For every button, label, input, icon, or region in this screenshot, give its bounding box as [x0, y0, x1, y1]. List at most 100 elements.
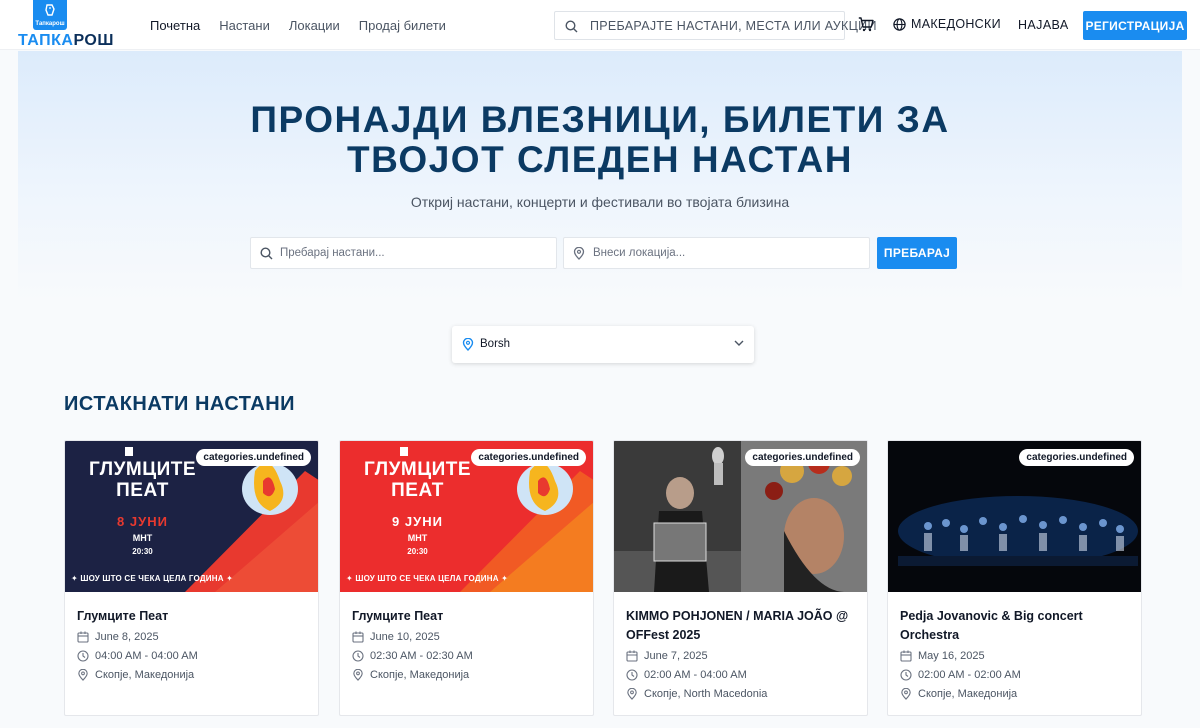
event-location: Скопје, Македонија — [77, 669, 194, 681]
map-pin-icon — [353, 669, 363, 681]
search-icon — [565, 20, 578, 33]
language-selector[interactable]: МАКЕДОНСКИ — [893, 17, 1001, 31]
event-title: Глумците Пеат — [352, 609, 444, 623]
search-button[interactable]: ПРЕБАРАЈ — [877, 237, 957, 269]
poster-time: 20:30 — [407, 547, 428, 556]
map-pin-icon — [627, 688, 637, 700]
nav-locations[interactable]: Локации — [289, 18, 340, 33]
chevron-down-icon — [734, 340, 744, 346]
event-location: Скопје, Македонија — [352, 669, 469, 681]
logo-hand-icon — [45, 4, 55, 16]
nav-sell-tickets[interactable]: Продај билети — [359, 18, 446, 33]
hero-title: ПРОНАЈДИ ВЛЕЗНИЦИ, БИЛЕТИ ЗА ТВОЈОТ СЛЕД… — [0, 100, 1200, 180]
event-time: 02:00 AM - 04:00 AM — [626, 669, 747, 681]
event-card[interactable]: categories.undefined Pedja Jovanovic & B… — [887, 440, 1142, 716]
poster-title-line2: ПЕАТ — [391, 480, 444, 501]
event-location-text: Скопје, North Macedonia — [644, 688, 768, 700]
poster-tagline: ✦ ШОУ ШТО СЕ ЧЕКА ЦЕЛА ГОДИНА ✦ — [346, 574, 509, 583]
clock-icon — [900, 669, 912, 681]
event-card[interactable]: categories.undefined KIMMO POHJONEN / MA… — [613, 440, 868, 716]
event-poster: ГЛУМЦИТЕ ПЕАТ 9 ЈУНИ МНТ 20:30 ✦ ШОУ ШТО … — [340, 441, 593, 592]
site-logo[interactable]: Тапкарош ТАПКАРОШ — [18, 0, 114, 50]
cart-icon[interactable] — [858, 17, 874, 32]
event-time: 02:30 AM - 02:30 AM — [352, 650, 473, 662]
poster-date: 9 ЈУНИ — [392, 514, 443, 529]
location-input[interactable]: Внеси локација... — [563, 237, 870, 269]
event-poster: ГЛУМЦИТЕ ПЕАТ 8 ЈУНИ МНТ 20:30 ✦ ШОУ ШТО … — [65, 441, 318, 592]
calendar-icon — [352, 631, 364, 643]
event-time: 04:00 AM - 04:00 AM — [77, 650, 198, 662]
clock-icon — [626, 669, 638, 681]
poster-title-line2: ПЕАТ — [116, 480, 169, 501]
location-placeholder: Внеси локација... — [593, 247, 686, 259]
event-date-text: June 8, 2025 — [95, 631, 159, 643]
logo-small-text: Тапкарош — [35, 21, 65, 27]
header-search-input[interactable]: ПРЕБАРАЈТЕ НАСТАНИ, МЕСТА ИЛИ АУКЦИИ — [554, 11, 876, 40]
logo-wordmark-part1: ТАПКА — [18, 32, 74, 49]
map-pin-icon — [901, 688, 911, 700]
map-pin-icon — [78, 669, 88, 681]
event-date: June 8, 2025 — [77, 631, 159, 643]
event-title: Pedja Jovanovic & Big concert Orchestra — [900, 609, 1083, 642]
poster-date: 8 ЈУНИ — [117, 514, 168, 529]
event-location: Скопје, North Macedonia — [626, 688, 767, 700]
globe-icon — [893, 17, 906, 31]
location-dropdown[interactable]: Borsh — [452, 326, 754, 363]
event-location-text: Скопје, Македонија — [918, 688, 1018, 700]
event-photo: categories.undefined — [614, 441, 867, 592]
event-date-text: June 7, 2025 — [644, 650, 708, 662]
poster-venue: МНТ — [407, 533, 428, 543]
event-title: Глумците Пеат — [77, 609, 169, 623]
calendar-icon — [77, 631, 89, 643]
event-date: June 10, 2025 — [352, 631, 440, 643]
nav-home[interactable]: Почетна — [150, 18, 200, 33]
event-search-placeholder: Пребарај настани... — [280, 247, 385, 259]
event-card[interactable]: ГЛУМЦИТЕ ПЕАТ 8 ЈУНИ МНТ 20:30 ✦ ШОУ ШТО … — [64, 440, 319, 716]
hero-title-line1: ПРОНАЈДИ ВЛЕЗНИЦИ, БИЛЕТИ ЗА — [250, 99, 950, 140]
event-date: May 16, 2025 — [900, 650, 985, 662]
calendar-icon — [900, 650, 912, 662]
logo-wordmark: ТАПКАРОШ — [18, 32, 114, 50]
login-link[interactable]: НАЈАВА — [1018, 18, 1069, 32]
event-time-text: 02:30 AM - 02:30 AM — [370, 650, 473, 662]
poster-time: 20:30 — [132, 547, 153, 556]
main-nav: Почетна Настани Локации Продај билети — [150, 18, 446, 33]
event-search-input[interactable]: Пребарај настани... — [250, 237, 557, 269]
map-pin-icon — [462, 338, 474, 351]
nav-events[interactable]: Настани — [219, 18, 270, 33]
event-time-text: 02:00 AM - 04:00 AM — [644, 669, 747, 681]
event-time: 02:00 AM - 02:00 AM — [900, 669, 1021, 681]
top-header: Тапкарош ТАПКАРОШ Почетна Настани Локаци… — [0, 0, 1200, 50]
register-button[interactable]: РЕГИСТРАЦИЈА — [1083, 11, 1187, 40]
logo-wordmark-part2: РОШ — [73, 32, 114, 49]
event-photo: categories.undefined — [888, 441, 1141, 592]
hero-subtitle: Откриј настани, концерти и фестивали во … — [410, 194, 790, 210]
calendar-icon — [626, 650, 638, 662]
header-search-placeholder: ПРЕБАРАЈТЕ НАСТАНИ, МЕСТА ИЛИ АУКЦИИ — [590, 19, 877, 33]
logo-mark: Тапкарош — [33, 0, 67, 30]
event-location-text: Скопје, Македонија — [95, 669, 195, 681]
event-date-text: June 10, 2025 — [370, 631, 440, 643]
poster-venue: МНТ — [132, 533, 153, 543]
event-date-text: May 16, 2025 — [918, 650, 985, 662]
map-pin-icon — [573, 247, 585, 260]
category-badge: categories.undefined — [1019, 449, 1134, 466]
event-date: June 7, 2025 — [626, 650, 708, 662]
event-card[interactable]: ГЛУМЦИТЕ ПЕАТ 9 ЈУНИ МНТ 20:30 ✦ ШОУ ШТО … — [339, 440, 594, 716]
event-location: Скопје, Македонија — [900, 688, 1017, 700]
event-location-text: Скопје, Македонија — [370, 669, 470, 681]
featured-events-title: ИСТАКНАТИ НАСТАНИ — [64, 393, 296, 415]
poster-title: ГЛУМЦИТЕ ПЕАТ — [65, 459, 220, 501]
location-dropdown-value: Borsh — [480, 338, 511, 350]
language-label: МАКЕДОНСКИ — [911, 17, 1001, 31]
category-badge: categories.undefined — [196, 449, 311, 466]
event-time-text: 02:00 AM - 02:00 AM — [918, 669, 1021, 681]
clock-icon — [77, 650, 89, 662]
event-time-text: 04:00 AM - 04:00 AM — [95, 650, 198, 662]
poster-tagline: ✦ ШОУ ШТО СЕ ЧЕКА ЦЕЛА ГОДИНА ✦ — [71, 574, 234, 583]
category-badge: categories.undefined — [745, 449, 860, 466]
poster-title: ГЛУМЦИТЕ ПЕАТ — [340, 459, 495, 501]
clock-icon — [352, 650, 364, 662]
event-title: KIMMO POHJONEN / MARIA JOÃO @ OFFest 202… — [626, 609, 849, 642]
category-badge: categories.undefined — [471, 449, 586, 466]
